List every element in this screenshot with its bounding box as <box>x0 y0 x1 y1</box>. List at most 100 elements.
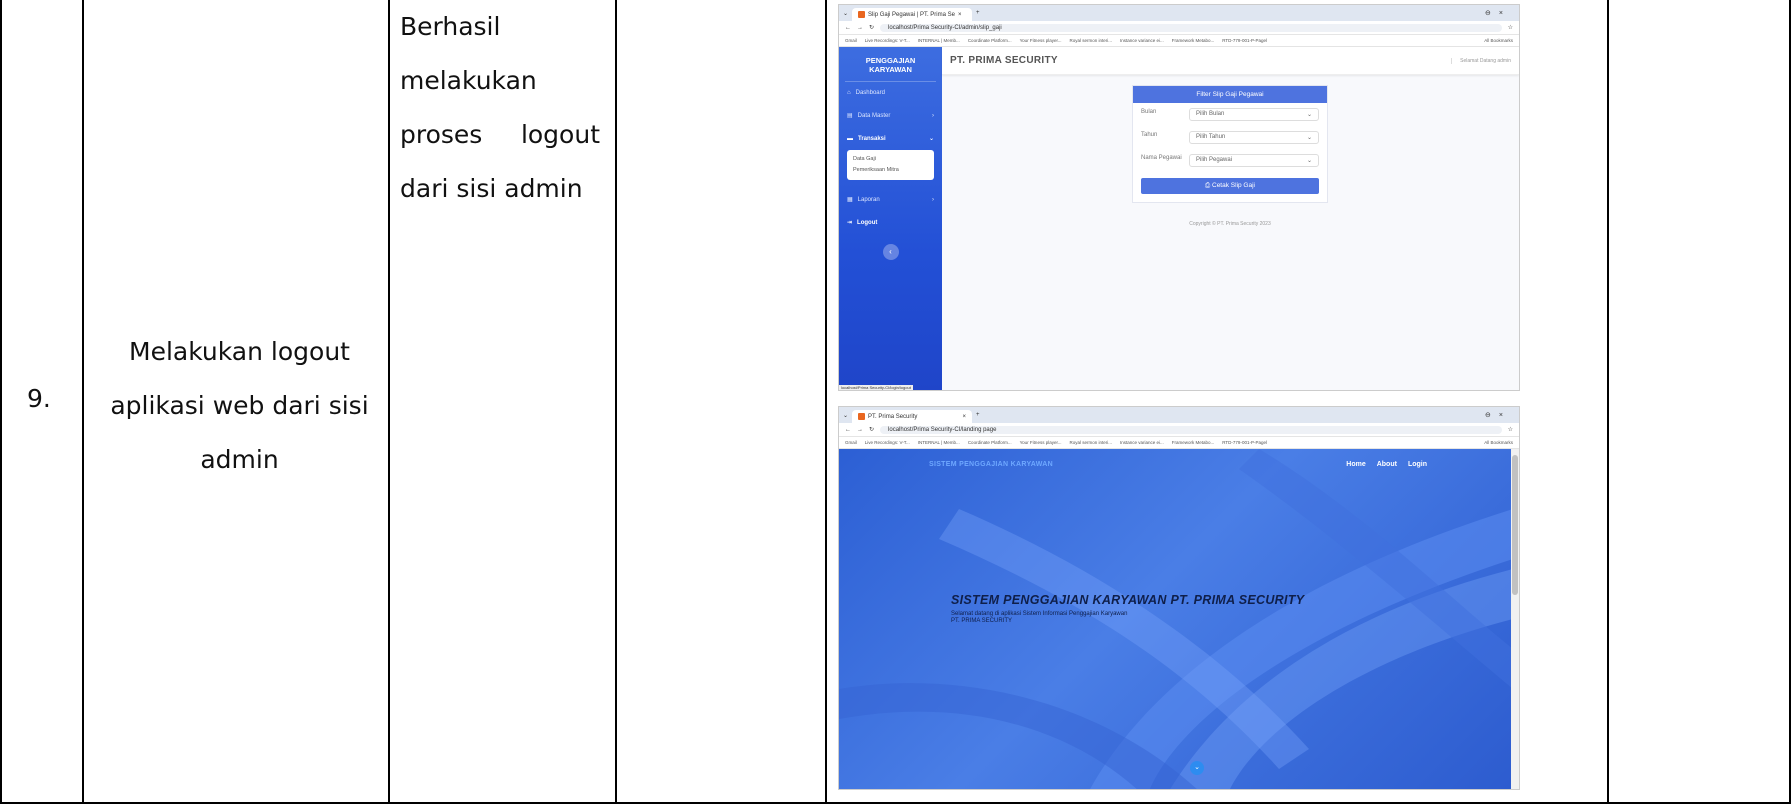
close-icon[interactable]: × <box>958 12 962 18</box>
browser-tabbar: ⌄ PT. Prima Security × + ⊖× <box>839 407 1519 423</box>
bookmark-item[interactable]: Your Fitness player... <box>1020 38 1062 43</box>
field-label: Bulan <box>1141 109 1157 115</box>
sidebar-collapse-button[interactable]: ‹ <box>882 244 899 260</box>
bookmark-item[interactable]: Your Fitness player... <box>1020 440 1062 445</box>
sidebar-item-logout[interactable]: ⇥ Logout <box>839 211 942 234</box>
bookmark-item[interactable]: Coordinate Platform... <box>968 440 1012 445</box>
filter-row-bulan: Bulan Pilih Bulan ⌄ <box>1133 103 1327 126</box>
tab-title: PT. Prima Security <box>868 413 918 420</box>
scrollbar-thumb[interactable] <box>1512 455 1518 595</box>
cetak-slip-gaji-button[interactable]: ⎙ Cetak Slip Gaji <box>1141 178 1319 194</box>
bookmark-item[interactable]: Gmail <box>845 38 857 43</box>
nav-about[interactable]: About <box>1377 461 1397 468</box>
address-bar: ← → ↻ localhost/Prima Security-CI/admin/… <box>839 21 1519 35</box>
nav-home[interactable]: Home <box>1346 461 1365 468</box>
nav-login[interactable]: Login <box>1408 461 1427 468</box>
bookmark-item[interactable]: Gmail <box>845 440 857 445</box>
admin-app: PENGGAJIAN KARYAWAN ⌂ Dashboard ▤ Data Mas… <box>839 47 1519 390</box>
bookmark-item[interactable]: Framework Metabo... <box>1172 440 1215 445</box>
bookmark-item[interactable]: Live Recordings: V-T... <box>865 38 910 43</box>
table-border <box>0 0 2 804</box>
forward-icon[interactable]: → <box>857 427 863 433</box>
sidebar: PENGGAJIAN KARYAWAN ⌂ Dashboard ▤ Data Mas… <box>839 47 942 390</box>
tab-title: Slip Gaji Pegawai | PT. Prima Se <box>868 11 955 18</box>
welcome-text[interactable]: Selamat Datang admin <box>1451 57 1511 64</box>
address-bar: ← → ↻ localhost/Prima Security-CI/landin… <box>839 423 1519 437</box>
scrollbar[interactable] <box>1511 449 1519 789</box>
screenshot-landing-page: ⌄ PT. Prima Security × + ⊖× ← → ↻ localh… <box>838 406 1520 790</box>
sidebar-item-dashboard[interactable]: ⌂ Dashboard <box>839 82 942 104</box>
submenu-item-data-gaji[interactable]: Data Gaji <box>853 154 928 165</box>
result-line: proses logout <box>400 108 600 162</box>
row-description: Melakukan logout aplikasi web dari sisi … <box>92 325 387 487</box>
description-line: aplikasi web dari sisi <box>110 391 369 420</box>
select-value: Pilih Pegawai <box>1196 157 1233 163</box>
bookmark-item[interactable]: Live Recordings: V-T... <box>865 440 910 445</box>
bulan-select[interactable]: Pilih Bulan ⌄ <box>1189 108 1319 121</box>
sidebar-brand[interactable]: PENGGAJIAN KARYAWAN <box>845 47 936 82</box>
close-icon[interactable]: × <box>963 414 967 420</box>
hero-subtitle: Selamat datang di aplikasi Sistem Inform… <box>951 611 1127 625</box>
hero-subtitle-line: Selamat datang di aplikasi Sistem Inform… <box>951 611 1128 617</box>
sidebar-item-transaksi[interactable]: ▬ Transaksi ⌄ <box>839 127 942 150</box>
result-word: logout <box>520 120 600 149</box>
select-value: Pilih Bulan <box>1196 111 1225 117</box>
star-icon[interactable]: ☆ <box>1508 426 1513 433</box>
url-field[interactable]: localhost/Prima Security-CI/admin/slip_g… <box>880 23 1502 32</box>
submenu-item-pemeriksaan-mitra[interactable]: Pemeriksaan Mitra <box>853 165 928 176</box>
bookmark-item[interactable]: Royal sermon interi... <box>1069 440 1112 445</box>
status-url: localhost/Prima Security-CI/login/logout <box>839 385 913 390</box>
bookmark-item[interactable]: Coordinate Platform... <box>968 38 1012 43</box>
row-result: Berhasil melakukan proses logout dari sis… <box>400 0 600 216</box>
browser-tab[interactable]: Slip Gaji Pegawai | PT. Prima Se × <box>852 8 973 21</box>
window-controls[interactable]: ⊖× <box>1485 411 1511 419</box>
topbar: PT. PRIMA SECURITY Selamat Datang admin <box>942 47 1519 75</box>
button-label: Cetak Slip Gaji <box>1212 182 1255 189</box>
sidebar-item-label: Transaksi <box>858 135 886 142</box>
new-tab-icon[interactable]: + <box>976 10 980 16</box>
landing-brand[interactable]: SISTEM PENGGAJIAN KARYAWAN <box>929 461 1053 468</box>
window-controls[interactable]: ⊖× <box>1485 9 1511 17</box>
sidebar-item-data-master[interactable]: ▤ Data Master › <box>839 104 942 127</box>
bookmark-item[interactable]: Instance variance ei... <box>1120 440 1164 445</box>
back-icon[interactable]: ← <box>845 427 851 433</box>
home-icon: ⌂ <box>847 90 851 96</box>
logout-icon: ⇥ <box>847 220 853 226</box>
browser-tab[interactable]: PT. Prima Security × <box>852 410 973 423</box>
chevron-down-icon[interactable]: ⌄ <box>843 412 848 419</box>
bookmark-item[interactable]: Royal sermon interi... <box>1069 38 1112 43</box>
reload-icon[interactable]: ↻ <box>869 24 874 31</box>
all-bookmarks[interactable]: All Bookmarks <box>1484 38 1513 43</box>
print-icon: ⎙ <box>1204 182 1211 189</box>
description-line: Melakukan logout <box>129 337 350 366</box>
result-line: dari sisi admin <box>400 162 600 216</box>
bookmark-item[interactable]: RTD-779-001-P-Pagel <box>1222 38 1267 43</box>
reload-icon[interactable]: ↻ <box>869 426 874 433</box>
scroll-down-button[interactable]: ⌄ <box>1190 761 1204 775</box>
chevron-right-icon: › <box>932 112 934 119</box>
field-label: Tahun <box>1141 132 1158 138</box>
company-title: PT. PRIMA SECURITY <box>950 55 1058 66</box>
table-border <box>1607 0 1609 804</box>
sidebar-item-label: Logout <box>857 219 878 226</box>
pegawai-select[interactable]: Pilih Pegawai ⌄ <box>1189 154 1319 167</box>
back-icon[interactable]: ← <box>845 25 851 31</box>
star-icon[interactable]: ☆ <box>1508 24 1513 31</box>
all-bookmarks[interactable]: All Bookmarks <box>1484 440 1513 445</box>
chevron-down-icon[interactable]: ⌄ <box>843 10 848 17</box>
sidebar-item-laporan[interactable]: ▦ Laporan › <box>839 188 942 211</box>
chevron-right-icon: › <box>932 196 934 203</box>
bookmark-item[interactable]: INTERNAL | Memb... <box>918 440 960 445</box>
tahun-select[interactable]: Pilih Tahun ⌄ <box>1189 131 1319 144</box>
bookmark-item[interactable]: INTERNAL | Memb... <box>918 38 960 43</box>
bookmark-item[interactable]: Instance variance ei... <box>1120 38 1164 43</box>
url-field[interactable]: localhost/Prima Security-CI/landing page <box>880 425 1502 434</box>
new-tab-icon[interactable]: + <box>976 412 980 418</box>
forward-icon[interactable]: → <box>857 25 863 31</box>
chevron-down-icon: ⌄ <box>1306 158 1312 164</box>
hero-subtitle-line: PT. PRIMA SECURITY <box>951 618 1013 624</box>
bookmark-item[interactable]: Framework Metabo... <box>1172 38 1215 43</box>
table-border <box>825 0 827 804</box>
chevron-down-icon: ⌄ <box>928 136 934 142</box>
bookmark-item[interactable]: RTD-779-001-P-Pagel <box>1222 440 1267 445</box>
